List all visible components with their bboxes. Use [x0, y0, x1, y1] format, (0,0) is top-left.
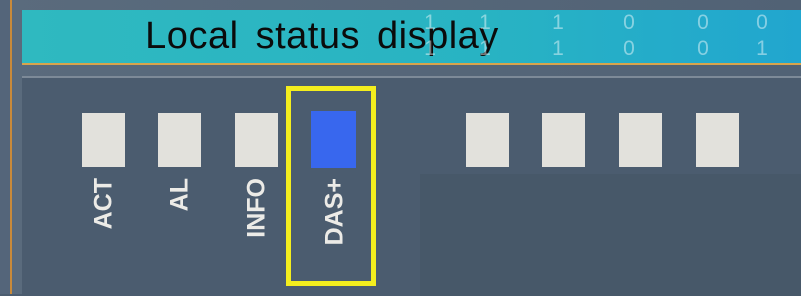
- bit-column: 1 1: [475, 10, 495, 63]
- led-label-text: AL: [165, 178, 193, 212]
- led-al: [158, 113, 201, 167]
- led-label-text: ACT: [89, 178, 117, 230]
- bit-column: 0 0: [693, 10, 713, 63]
- page-title: Local status display: [145, 15, 499, 57]
- led-label-info: INFO: [235, 178, 278, 278]
- led-unlabeled-6: [542, 113, 585, 167]
- bit-column: 1 1: [420, 10, 440, 63]
- bit-value-top: 1: [479, 11, 491, 34]
- left-frame-border: [0, 0, 12, 294]
- bit-column: 0 0: [619, 10, 639, 63]
- bit-column: 1 1: [548, 10, 568, 63]
- led-unlabeled-5: [466, 113, 509, 167]
- led-panel: [22, 76, 801, 296]
- led-label-al: AL: [158, 178, 201, 278]
- bit-value-top: 0: [697, 11, 709, 34]
- led-act: [82, 113, 125, 167]
- bit-value-bottom: 0: [623, 37, 635, 60]
- led-info: [235, 113, 278, 167]
- bit-value-bottom: 1: [424, 37, 436, 60]
- panel-inset-area: [420, 174, 801, 296]
- highlight-box: [286, 86, 376, 286]
- led-label-act: ACT: [82, 178, 125, 278]
- bit-value-top: 0: [623, 11, 635, 34]
- bit-column: 0 1: [752, 10, 772, 63]
- led-unlabeled-8: [696, 113, 739, 167]
- bit-value-bottom: 1: [479, 37, 491, 60]
- led-label-text: INFO: [242, 178, 270, 238]
- bit-value-top: 1: [424, 11, 436, 34]
- status-header-bar: Local status display 1 1 1 1 1 1 0 0 0 0…: [22, 10, 801, 65]
- led-unlabeled-7: [619, 113, 662, 167]
- bit-value-top: 0: [756, 11, 768, 34]
- bit-value-top: 1: [552, 11, 564, 34]
- bit-value-bottom: 1: [756, 37, 768, 60]
- bit-value-bottom: 1: [552, 37, 564, 60]
- bit-value-bottom: 0: [697, 37, 709, 60]
